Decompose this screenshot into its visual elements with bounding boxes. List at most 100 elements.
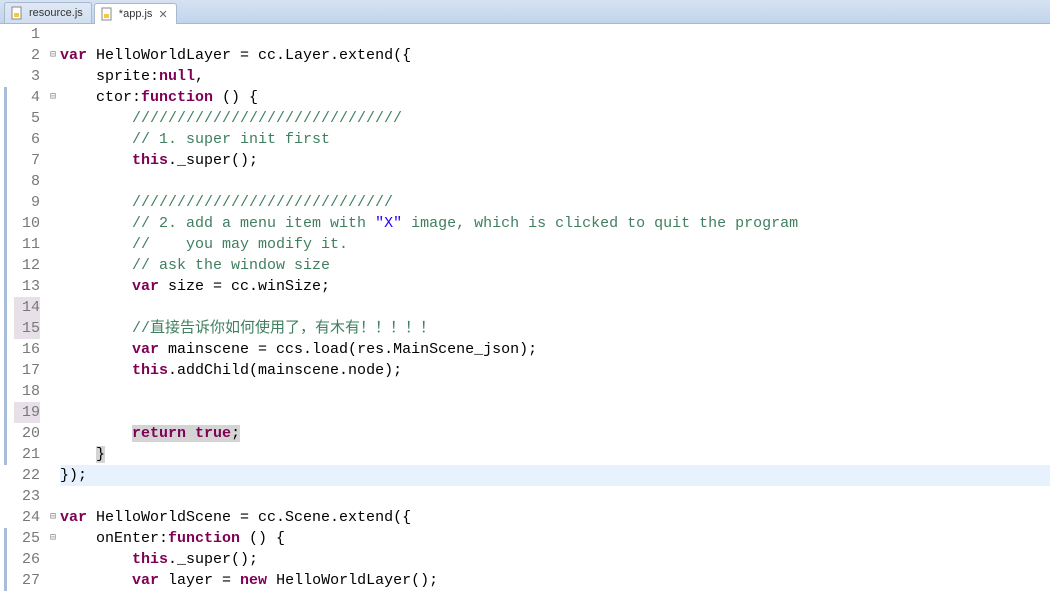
fold-toggle bbox=[46, 234, 60, 255]
fold-toggle bbox=[46, 213, 60, 234]
code-line[interactable]: var HelloWorldScene = cc.Scene.extend({ bbox=[60, 507, 1050, 528]
code-line[interactable]: this._super(); bbox=[60, 549, 1050, 570]
fold-column: ⊟⊟⊟⊟ bbox=[46, 24, 60, 610]
fold-toggle bbox=[46, 108, 60, 129]
line-number: 7 bbox=[14, 150, 40, 171]
code-line[interactable] bbox=[60, 24, 1050, 45]
fold-toggle[interactable]: ⊟ bbox=[46, 87, 60, 108]
line-number: 17 bbox=[14, 360, 40, 381]
marker-cell bbox=[0, 213, 14, 234]
line-number: 26 bbox=[14, 549, 40, 570]
tab-label: *app.js bbox=[119, 8, 153, 20]
code-line[interactable]: ////////////////////////////// bbox=[60, 108, 1050, 129]
code-line[interactable]: this.addChild(mainscene.node); bbox=[60, 360, 1050, 381]
fold-toggle bbox=[46, 66, 60, 87]
code-line[interactable]: // ask the window size bbox=[60, 255, 1050, 276]
code-line[interactable]: var layer = new HelloWorldLayer(); bbox=[60, 570, 1050, 591]
fold-toggle bbox=[46, 150, 60, 171]
fold-toggle bbox=[46, 192, 60, 213]
marker-cell bbox=[0, 570, 14, 591]
fold-toggle bbox=[46, 570, 60, 591]
code-line[interactable] bbox=[60, 486, 1050, 507]
line-number: 6 bbox=[14, 129, 40, 150]
marker-cell bbox=[0, 381, 14, 402]
line-number: 19 bbox=[14, 402, 40, 423]
marker-cell bbox=[0, 87, 14, 108]
code-line[interactable]: ///////////////////////////// bbox=[60, 192, 1050, 213]
marker-cell bbox=[0, 45, 14, 66]
marker-cell bbox=[0, 444, 14, 465]
code-line[interactable]: }); bbox=[60, 465, 1050, 486]
code-area[interactable]: var HelloWorldLayer = cc.Layer.extend({ … bbox=[60, 24, 1050, 610]
fold-toggle bbox=[46, 360, 60, 381]
line-number: 9 bbox=[14, 192, 40, 213]
code-line[interactable]: this._super(); bbox=[60, 150, 1050, 171]
code-line[interactable] bbox=[60, 171, 1050, 192]
line-number: 15 bbox=[14, 318, 40, 339]
line-number: 4 bbox=[14, 87, 40, 108]
code-line[interactable]: var size = cc.winSize; bbox=[60, 276, 1050, 297]
tab-app-js[interactable]: *app.js ✕ bbox=[94, 3, 177, 24]
code-line[interactable] bbox=[60, 402, 1050, 423]
marker-cell bbox=[0, 66, 14, 87]
fold-toggle bbox=[46, 402, 60, 423]
fold-toggle bbox=[46, 318, 60, 339]
code-line[interactable]: ctor:function () { bbox=[60, 87, 1050, 108]
fold-toggle bbox=[46, 171, 60, 192]
code-line[interactable] bbox=[60, 381, 1050, 402]
fold-toggle[interactable]: ⊟ bbox=[46, 528, 60, 549]
js-file-icon bbox=[11, 6, 25, 20]
code-line[interactable]: sprite:null, bbox=[60, 66, 1050, 87]
fold-toggle bbox=[46, 129, 60, 150]
marker-cell bbox=[0, 423, 14, 444]
code-line[interactable]: //直接告诉你如何使用了，有木有！！！！！ bbox=[60, 318, 1050, 339]
marker-cell bbox=[0, 24, 14, 45]
code-line[interactable] bbox=[60, 297, 1050, 318]
line-number: 16 bbox=[14, 339, 40, 360]
marker-cell bbox=[0, 549, 14, 570]
tab-resource-js[interactable]: resource.js bbox=[4, 2, 92, 23]
line-number: 1 bbox=[14, 24, 40, 45]
line-number-gutter: 1234567891011121314151617181920212223242… bbox=[14, 24, 46, 610]
code-line[interactable]: var HelloWorldLayer = cc.Layer.extend({ bbox=[60, 45, 1050, 66]
marker-cell bbox=[0, 276, 14, 297]
marker-cell bbox=[0, 108, 14, 129]
code-line[interactable]: // you may modify it. bbox=[60, 234, 1050, 255]
code-line[interactable]: } bbox=[60, 444, 1050, 465]
marker-cell bbox=[0, 150, 14, 171]
fold-toggle bbox=[46, 423, 60, 444]
line-number: 11 bbox=[14, 234, 40, 255]
code-line[interactable]: return true; bbox=[60, 423, 1050, 444]
marker-cell bbox=[0, 402, 14, 423]
marker-cell bbox=[0, 171, 14, 192]
line-number: 10 bbox=[14, 213, 40, 234]
fold-toggle[interactable]: ⊟ bbox=[46, 507, 60, 528]
line-number: 14 bbox=[14, 297, 40, 318]
marker-cell bbox=[0, 360, 14, 381]
fold-toggle[interactable]: ⊟ bbox=[46, 45, 60, 66]
js-file-icon bbox=[101, 7, 115, 21]
marker-cell bbox=[0, 129, 14, 150]
line-number: 2 bbox=[14, 45, 40, 66]
fold-toggle bbox=[46, 255, 60, 276]
marker-cell bbox=[0, 255, 14, 276]
code-line[interactable]: var mainscene = ccs.load(res.MainScene_j… bbox=[60, 339, 1050, 360]
code-line[interactable]: onEnter:function () { bbox=[60, 528, 1050, 549]
marker-cell bbox=[0, 192, 14, 213]
line-number: 20 bbox=[14, 423, 40, 444]
marker-cell bbox=[0, 507, 14, 528]
fold-toggle bbox=[46, 465, 60, 486]
editor: 1234567891011121314151617181920212223242… bbox=[0, 24, 1050, 610]
line-number: 23 bbox=[14, 486, 40, 507]
fold-toggle bbox=[46, 444, 60, 465]
marker-cell bbox=[0, 318, 14, 339]
line-number: 24 bbox=[14, 507, 40, 528]
code-line[interactable]: // 2. add a menu item with "X" image, wh… bbox=[60, 213, 1050, 234]
line-number: 8 bbox=[14, 171, 40, 192]
line-number: 13 bbox=[14, 276, 40, 297]
close-icon[interactable]: ✕ bbox=[158, 8, 167, 21]
fold-toggle bbox=[46, 381, 60, 402]
code-line[interactable]: // 1. super init first bbox=[60, 129, 1050, 150]
marker-cell bbox=[0, 234, 14, 255]
marker-cell bbox=[0, 528, 14, 549]
